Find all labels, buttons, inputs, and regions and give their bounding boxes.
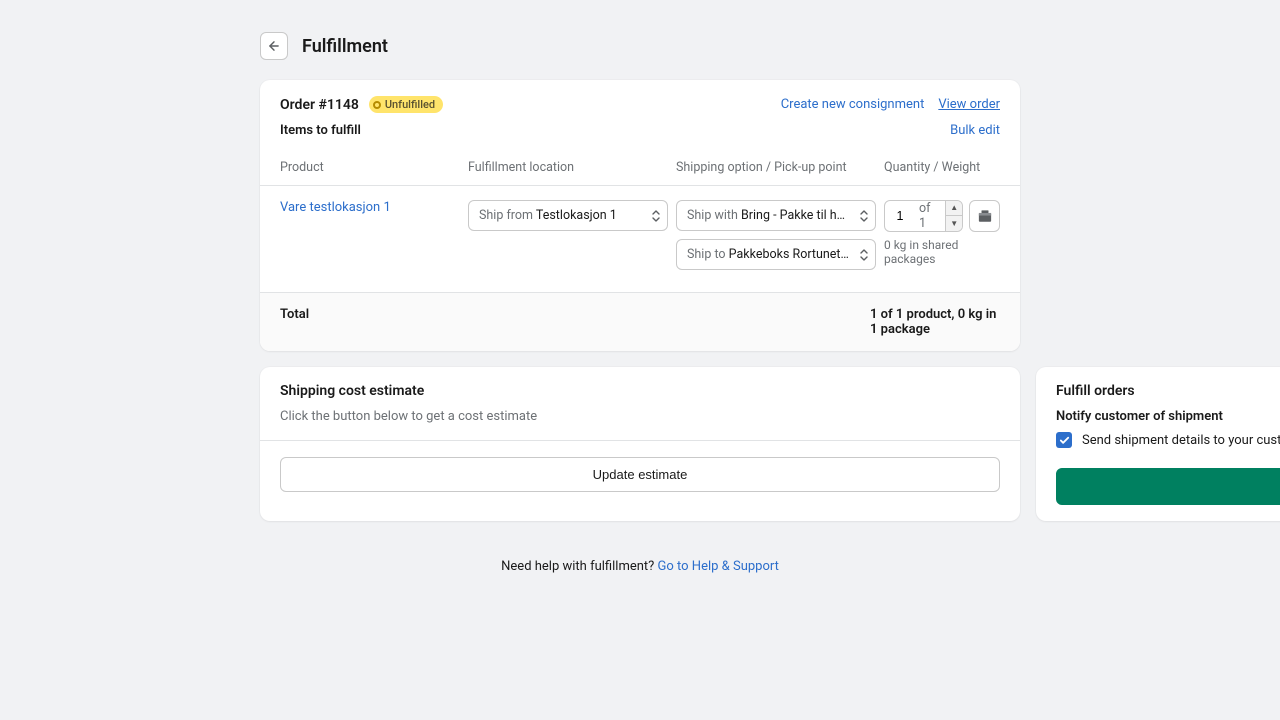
create-consignment-link[interactable]: Create new consignment — [781, 97, 925, 112]
weight-note: 0 kg in shared packages — [884, 238, 1000, 266]
table-header: Product Fulfillment location Shipping op… — [260, 146, 1020, 186]
location-prefix: Ship from — [479, 208, 536, 223]
shipping-option-select[interactable]: Ship with Bring - Pakke til h… — [676, 200, 876, 231]
order-card: Order #1148 Unfulfilled Create new consi… — [260, 80, 1020, 351]
shipping-estimate-card: Shipping cost estimate Click the button … — [260, 367, 1020, 521]
total-label: Total — [280, 307, 309, 337]
items-section-title: Items to fulfill — [280, 123, 361, 138]
ship-to-value: Pakkeboks Rortunet… — [729, 247, 849, 262]
col-qty: Quantity / Weight — [884, 160, 1000, 175]
footer-text: Need help with fulfillment? — [501, 559, 657, 574]
ship-to-prefix: Ship to — [687, 247, 729, 262]
ship-with-prefix: Ship with — [687, 208, 741, 223]
product-link[interactable]: Vare testlokasjon 1 — [280, 200, 391, 215]
help-support-link[interactable]: Go to Help & Support — [658, 559, 779, 574]
stepper-up-button[interactable]: ▲ — [946, 201, 962, 216]
notify-checkbox[interactable] — [1056, 432, 1072, 448]
fulfillment-location-select[interactable]: Ship from Testlokasjon 1 — [468, 200, 668, 231]
page-title: Fulfillment — [302, 36, 388, 57]
col-location: Fulfillment location — [468, 160, 668, 175]
package-icon — [978, 209, 992, 223]
estimate-hint: Click the button below to get a cost est… — [280, 409, 1000, 424]
estimate-title: Shipping cost estimate — [280, 383, 1000, 399]
ship-with-value: Bring - Pakke til h… — [741, 208, 845, 223]
check-icon — [1059, 435, 1070, 446]
quantity-of-label: of 1 — [915, 201, 945, 231]
fulfill-orders-button[interactable]: Fulfill orders — [1056, 468, 1280, 505]
quantity-stepper[interactable]: of 1 ▲ ▼ — [884, 200, 963, 232]
fulfill-title: Fulfill orders — [1056, 383, 1280, 399]
pickup-point-select[interactable]: Ship to Pakkeboks Rortunet… — [676, 239, 876, 270]
notify-label: Notify customer of shipment — [1056, 409, 1280, 424]
status-badge-label: Unfulfilled — [385, 98, 435, 111]
col-product: Product — [280, 160, 460, 175]
package-button[interactable] — [969, 200, 1000, 232]
stepper-down-button[interactable]: ▼ — [946, 216, 962, 231]
view-order-link[interactable]: View order — [938, 97, 1000, 112]
col-shipping: Shipping option / Pick-up point — [676, 160, 876, 175]
arrow-left-icon — [267, 39, 281, 53]
back-button[interactable] — [260, 32, 288, 60]
fulfill-orders-card: Fulfill orders Notify customer of shipme… — [1036, 367, 1280, 521]
table-row: Vare testlokasjon 1 Ship from Testlokasj… — [260, 186, 1020, 292]
total-value: 1 of 1 product, 0 kg in 1 package — [870, 307, 1000, 337]
bulk-edit-link[interactable]: Bulk edit — [950, 123, 1000, 138]
quantity-input[interactable] — [885, 209, 915, 223]
order-title: Order #1148 — [280, 97, 359, 113]
status-dot-icon — [373, 101, 381, 109]
update-estimate-button[interactable]: Update estimate — [280, 457, 1000, 492]
status-badge: Unfulfilled — [369, 96, 443, 113]
notify-checkbox-label: Send shipment details to your customer n… — [1082, 433, 1280, 448]
location-value: Testlokasjon 1 — [536, 208, 617, 223]
